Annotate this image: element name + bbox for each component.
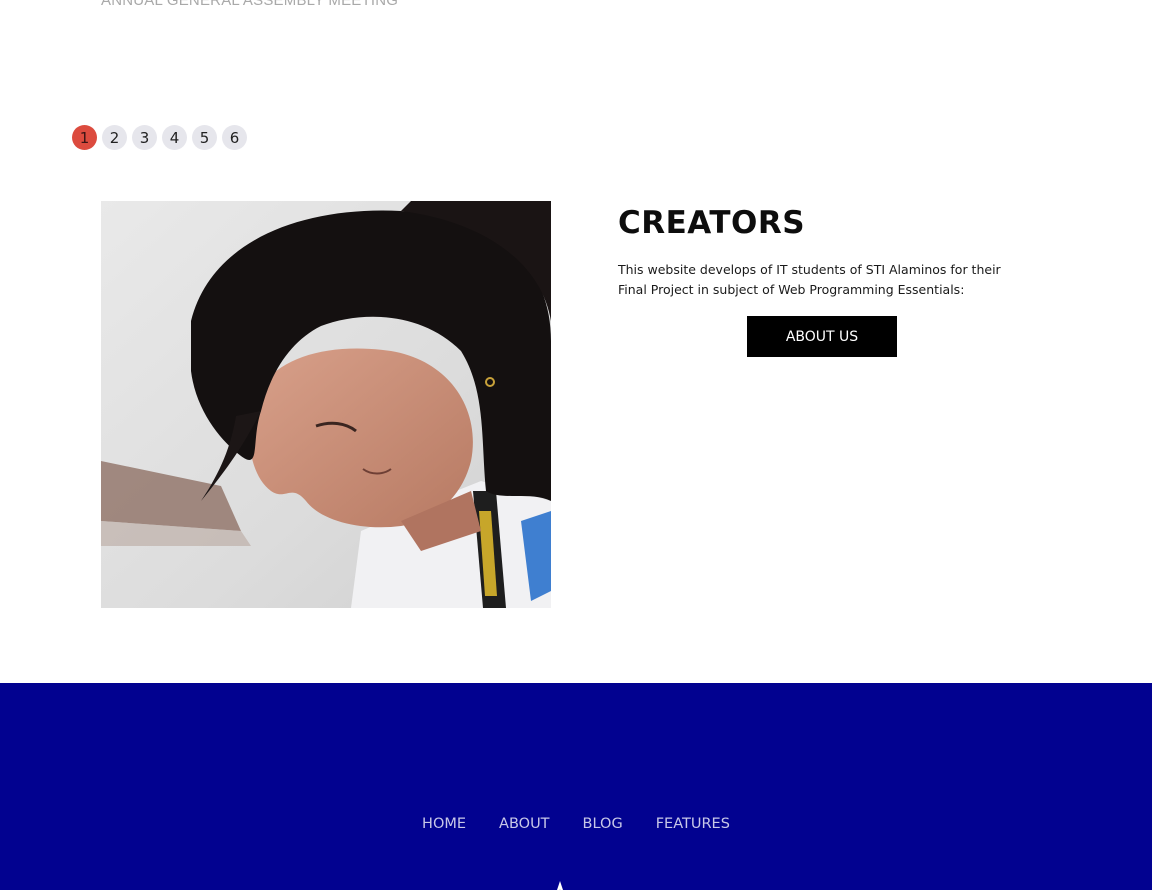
footer-link-blog[interactable]: BLOG	[583, 816, 623, 832]
page-button-5[interactable]: 5	[192, 125, 217, 150]
footer-link-about[interactable]: ABOUT	[499, 816, 550, 832]
page: ANNUAL GENERAL ASSEMBLY MEETING 1 2 3 4 …	[0, 0, 1152, 890]
creators-title: CREATORS	[618, 205, 806, 241]
logo-icon[interactable]	[550, 881, 570, 890]
creators-description: This website develops of IT students of …	[618, 262, 1001, 297]
footer-nav: HOME ABOUT BLOG FEATURES	[0, 816, 1152, 832]
about-us-button[interactable]: ABOUT US	[747, 316, 897, 357]
footer-link-home[interactable]: HOME	[422, 816, 466, 832]
pagination: 1 2 3 4 5 6	[72, 125, 247, 150]
portrait-image	[101, 201, 551, 608]
page-button-2[interactable]: 2	[102, 125, 127, 150]
page-button-3[interactable]: 3	[132, 125, 157, 150]
footer: HOME ABOUT BLOG FEATURES	[0, 683, 1152, 890]
footer-link-features[interactable]: FEATURES	[656, 816, 730, 832]
section-caption: ANNUAL GENERAL ASSEMBLY MEETING	[101, 0, 399, 9]
page-button-4[interactable]: 4	[162, 125, 187, 150]
page-button-6[interactable]: 6	[222, 125, 247, 150]
creator-photo	[101, 201, 551, 608]
page-button-1[interactable]: 1	[72, 125, 97, 150]
